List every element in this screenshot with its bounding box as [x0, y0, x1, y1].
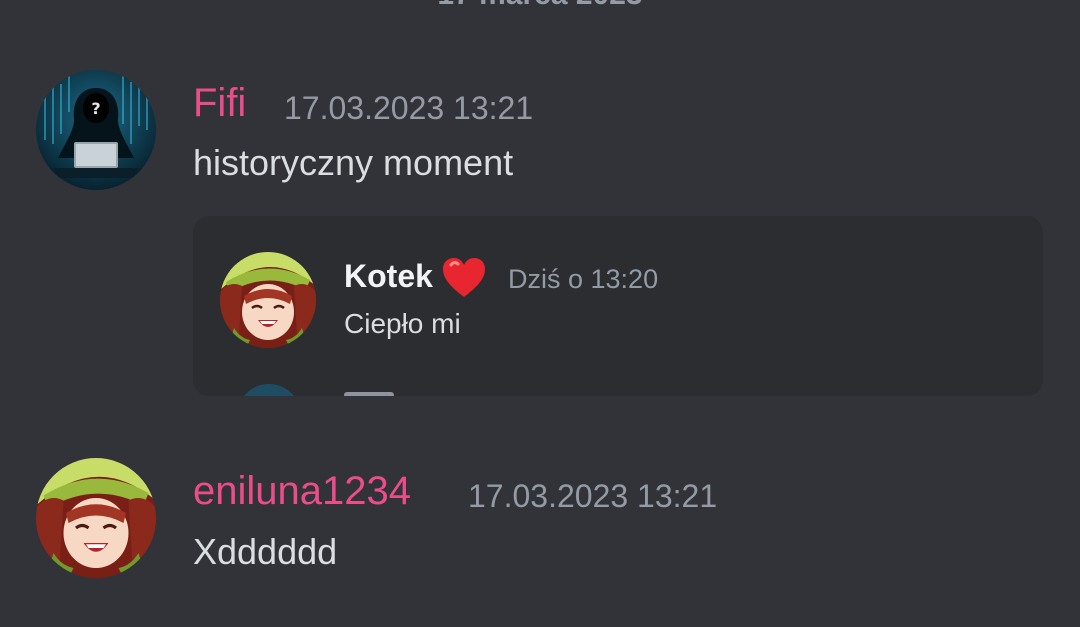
message-timestamp: 17.03.2023 13:21	[284, 90, 534, 126]
embed-author[interactable]: Kotek	[344, 256, 433, 296]
svg-text:?: ?	[91, 99, 100, 118]
date-divider: 17 marca 2023	[0, 0, 1080, 10]
cutoff-author	[344, 392, 394, 396]
message-author[interactable]: Fifi	[193, 80, 246, 126]
message-text: historyczny moment	[193, 142, 514, 183]
embed-timestamp: Dziś o 13:20	[508, 264, 659, 294]
message-text: Xdddddd	[193, 531, 338, 572]
anime-girl-avatar[interactable]	[36, 458, 156, 578]
cutoff-avatar	[237, 384, 301, 396]
chat-screen: 17 marca 2023 ?	[0, 0, 1080, 627]
message-author[interactable]: eniluna1234	[193, 468, 411, 514]
hacker-avatar[interactable]: ?	[36, 70, 156, 190]
anime-girl-avatar	[220, 252, 316, 348]
red-heart-icon	[441, 257, 487, 299]
embed-text: Ciepło mi	[344, 308, 461, 339]
message-timestamp: 17.03.2023 13:21	[468, 478, 718, 514]
message-embed[interactable]: Kotek Dziś o 13:20 Ciepło mi	[193, 216, 1043, 396]
